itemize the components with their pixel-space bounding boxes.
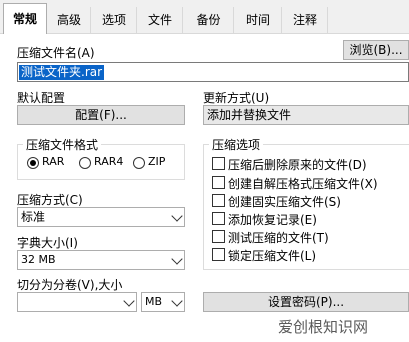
browse-button[interactable]: 浏览(B)... (343, 40, 409, 60)
test-files-checkbox[interactable] (212, 230, 225, 243)
archive-options-label: 压缩选项 (209, 136, 264, 153)
compression-method-label: 压缩方式(C) (17, 193, 83, 207)
create-solid-label: 创建固实压缩文件(S) (228, 195, 341, 209)
update-method-select[interactable]: 添加并替换文件 (203, 105, 409, 125)
default-profile-label: 默认配置 (17, 91, 66, 105)
tab-options[interactable]: 选项 (92, 7, 137, 33)
watermark-text: 爱创根知识网 (278, 318, 369, 336)
lock-archive-checkbox[interactable] (212, 248, 225, 261)
recovery-record-label: 添加恢复记录(E) (228, 213, 317, 227)
format-rar4-label: RAR4 (94, 155, 124, 168)
tab-time[interactable]: 时间 (235, 7, 282, 33)
split-unit-select[interactable]: MB (141, 292, 185, 312)
update-method-label: 更新方式(U) (203, 91, 270, 105)
lock-archive-label: 锁定压缩文件(L) (228, 249, 317, 263)
split-volumes-field[interactable] (17, 292, 137, 312)
chevron-down-icon (171, 210, 183, 222)
tab-backup[interactable]: 备份 (184, 7, 234, 33)
dictionary-size-select[interactable]: 32 MB (17, 250, 185, 270)
delete-after-checkbox[interactable] (212, 157, 225, 170)
chevron-down-icon (171, 295, 183, 307)
profiles-button[interactable]: 配置(F)... (17, 105, 185, 125)
format-zip-radio[interactable] (133, 157, 145, 169)
test-files-label: 测试压缩的文件(T) (228, 231, 329, 245)
dictionary-size-label: 字典大小(I) (17, 236, 78, 250)
archive-name-label: 压缩文件名(A) (17, 46, 95, 60)
tab-bar: 常规 高级 选项 文件 备份 时间 注释 (0, 0, 409, 34)
set-password-button[interactable]: 设置密码(P)... (203, 292, 409, 312)
compression-method-select[interactable]: 标准 (17, 207, 185, 227)
dictionary-size-value: 32 MB (21, 253, 56, 266)
archive-name-field[interactable]: 测试文件夹.rar (17, 62, 409, 82)
format-rar-label: RAR (42, 155, 65, 168)
format-rar4-radio[interactable] (79, 157, 91, 169)
chevron-down-icon (171, 253, 183, 265)
split-volumes-label: 切分为分卷(V),大小 (17, 278, 123, 292)
create-sfx-label: 创建自解压格式压缩文件(X) (228, 177, 378, 191)
tab-comment[interactable]: 注释 (283, 7, 328, 33)
compression-method-value: 标准 (21, 210, 46, 224)
tab-files[interactable]: 文件 (138, 7, 183, 33)
split-unit-value: MB (145, 295, 163, 308)
update-method-value: 添加并替换文件 (207, 108, 292, 122)
delete-after-label: 压缩后删除原来的文件(D) (228, 158, 367, 172)
tab-advanced[interactable]: 高级 (48, 7, 91, 33)
create-solid-checkbox[interactable] (212, 194, 225, 207)
recovery-record-checkbox[interactable] (212, 212, 225, 225)
format-zip-label: ZIP (148, 155, 166, 168)
tab-general[interactable]: 常规 (3, 3, 47, 34)
create-sfx-checkbox[interactable] (212, 176, 225, 189)
chevron-down-icon (123, 295, 135, 307)
archive-name-value: 测试文件夹.rar (19, 65, 105, 80)
format-rar-radio[interactable] (27, 157, 39, 169)
archive-format-label: 压缩文件格式 (23, 136, 102, 153)
